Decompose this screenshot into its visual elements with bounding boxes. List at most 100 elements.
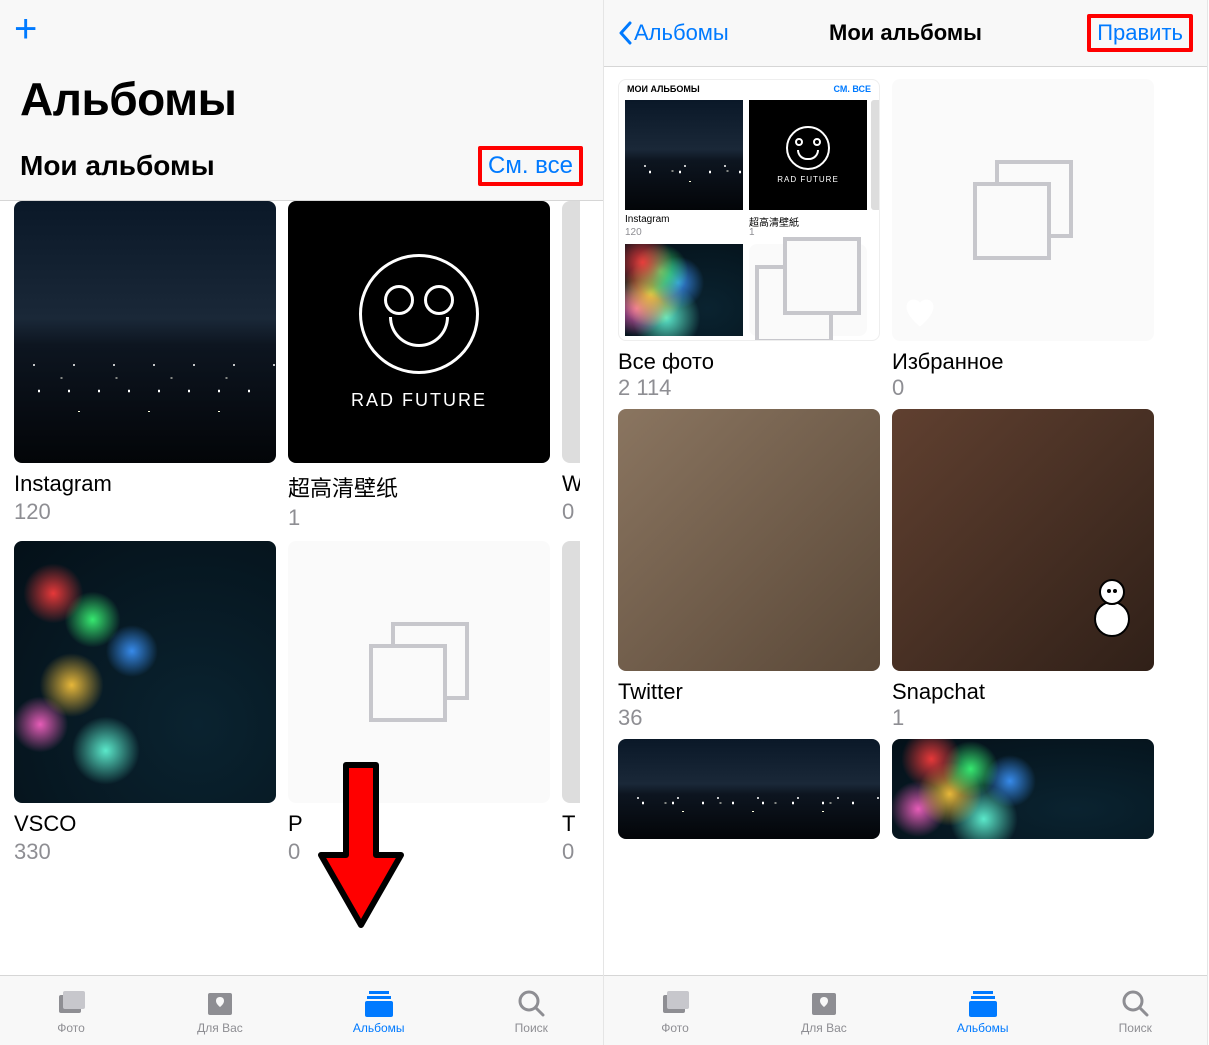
- stack-icon: [369, 622, 469, 722]
- smiley-icon: [786, 126, 830, 170]
- section-title: Мои альбомы: [20, 150, 215, 182]
- tab-for-you[interactable]: Для Вас: [197, 987, 243, 1035]
- album-thumbnail: [288, 541, 550, 803]
- back-label: Альбомы: [634, 20, 729, 46]
- mini-label: Instagram: [625, 214, 669, 225]
- album-wallpapers[interactable]: RAD FUTURE 超高清壁纸 1: [288, 201, 550, 531]
- album-thumbnail: [618, 739, 880, 839]
- album-favorites[interactable]: Избранное 0: [892, 79, 1154, 401]
- album-snapchat[interactable]: Snapchat 1: [892, 409, 1154, 731]
- album-all-photos[interactable]: МОИ АЛЬБОМЫ СМ. ВСЕ RAD FUTURE Instagram: [618, 79, 880, 401]
- smiley-icon: [359, 254, 479, 374]
- mini-count: 1: [749, 227, 755, 238]
- album-name: W: [562, 471, 580, 497]
- tab-label: Альбомы: [353, 1021, 405, 1035]
- albums-icon: [363, 987, 395, 1019]
- tab-search[interactable]: Поиск: [1119, 987, 1152, 1035]
- album-count: 120: [14, 499, 276, 525]
- photos-icon: [659, 987, 691, 1019]
- album-thumbnail: [14, 201, 276, 463]
- album-count: 36: [618, 705, 880, 731]
- tab-bar: Фото Для Вас Альбомы Поиск: [604, 975, 1207, 1045]
- see-all-button[interactable]: См. все: [478, 146, 583, 186]
- search-icon: [515, 987, 547, 1019]
- tab-photos[interactable]: Фото: [659, 987, 691, 1035]
- tab-label: Фото: [661, 1021, 689, 1035]
- album-name: Snapchat: [892, 679, 1154, 705]
- page-title: Альбомы: [20, 72, 583, 126]
- stack-icon: [973, 160, 1073, 260]
- album-thumbnail: [618, 409, 880, 671]
- tab-label: Альбомы: [957, 1021, 1009, 1035]
- album-count: 1: [892, 705, 1154, 731]
- album-count: 2 114: [618, 375, 880, 401]
- edit-button[interactable]: Править: [1087, 14, 1193, 52]
- album-count: 0: [562, 499, 580, 525]
- album-thumbnail: [562, 541, 580, 803]
- album-name: P: [288, 811, 550, 837]
- nav-bar: Альбомы Мои альбомы Править: [604, 0, 1207, 66]
- tab-label: Фото: [57, 1021, 85, 1035]
- albums-icon: [967, 987, 999, 1019]
- screen-my-albums: Альбомы Мои альбомы Править МОИ АЛЬБОМЫ …: [604, 0, 1208, 1045]
- large-title-row: Альбомы: [0, 58, 603, 138]
- album-count: 330: [14, 839, 276, 865]
- tab-search[interactable]: Поиск: [515, 987, 548, 1035]
- album-row: МОИ АЛЬБОМЫ СМ. ВСЕ RAD FUTURE Instagram: [618, 79, 1193, 401]
- for-you-icon: [808, 987, 840, 1019]
- album-partial[interactable]: [892, 739, 1154, 839]
- rad-future-text: RAD FUTURE: [351, 390, 487, 411]
- header-area: Альбомы Мои альбомы Править: [604, 0, 1207, 67]
- tab-bar: Фото Для Вас Альбомы Поиск: [0, 975, 603, 1045]
- album-partial[interactable]: [618, 739, 880, 839]
- album-name: 超高清壁纸: [288, 471, 550, 503]
- tab-albums[interactable]: Альбомы: [957, 987, 1009, 1035]
- tab-label: Поиск: [515, 1021, 548, 1035]
- album-thumbnail: [892, 79, 1154, 341]
- mini-header-left: МОИ АЛЬБОМЫ: [627, 84, 700, 94]
- header-area: + Альбомы Мои альбомы См. все: [0, 0, 603, 201]
- tab-albums[interactable]: Альбомы: [353, 987, 405, 1035]
- album-thumbnail: [892, 739, 1154, 839]
- stack-icon: [783, 265, 833, 315]
- mini-count: 120: [625, 227, 642, 238]
- album-vsco[interactable]: VSCO 330: [14, 541, 276, 865]
- album-thumbnail: [892, 409, 1154, 671]
- tab-for-you[interactable]: Для Вас: [801, 987, 847, 1035]
- tab-photos[interactable]: Фото: [55, 987, 87, 1035]
- album-thumbnail: МОИ АЛЬБОМЫ СМ. ВСЕ RAD FUTURE Instagram: [618, 79, 880, 341]
- album-row-partial: [618, 739, 1193, 839]
- album-row: Instagram 120 RAD FUTURE 超高清壁纸 1 W 0: [14, 201, 589, 531]
- album-thumbnail: [14, 541, 276, 803]
- album-thumbnail: RAD FUTURE: [288, 201, 550, 463]
- chevron-left-icon: [618, 21, 632, 45]
- album-row: VSCO 330 P 0 T 0: [14, 541, 589, 865]
- album-empty[interactable]: P 0: [288, 541, 550, 865]
- album-count: 1: [288, 505, 550, 531]
- mini-header-right: СМ. ВСЕ: [833, 84, 871, 94]
- album-count: 0: [288, 839, 550, 865]
- album-peek[interactable]: W 0: [562, 201, 580, 531]
- album-name: Twitter: [618, 679, 880, 705]
- album-count: 0: [562, 839, 580, 865]
- album-instagram[interactable]: Instagram 120: [14, 201, 276, 531]
- album-twitter[interactable]: Twitter 36: [618, 409, 880, 731]
- screen-albums-overview: + Альбомы Мои альбомы См. все Instagram …: [0, 0, 604, 1045]
- section-header: Мои альбомы См. все: [0, 138, 603, 200]
- album-name: Все фото: [618, 349, 880, 375]
- album-count: 0: [892, 375, 1154, 401]
- album-peek[interactable]: T 0: [562, 541, 580, 865]
- albums-scroll[interactable]: МОИ АЛЬБОМЫ СМ. ВСЕ RAD FUTURE Instagram: [604, 67, 1207, 975]
- back-button[interactable]: Альбомы: [618, 20, 729, 46]
- album-thumbnail: [562, 201, 580, 463]
- for-you-icon: [204, 987, 236, 1019]
- nav-title: Мои альбомы: [829, 20, 982, 46]
- albums-scroll[interactable]: Instagram 120 RAD FUTURE 超高清壁纸 1 W 0 V: [0, 201, 603, 975]
- mini-label: 超高清壁紙: [749, 214, 799, 229]
- album-name: T: [562, 811, 580, 837]
- nav-bar: +: [0, 0, 603, 58]
- heart-icon: [902, 295, 938, 331]
- add-button[interactable]: +: [14, 9, 37, 49]
- album-row: Twitter 36 Snapchat 1: [618, 409, 1193, 731]
- album-name: Instagram: [14, 471, 276, 497]
